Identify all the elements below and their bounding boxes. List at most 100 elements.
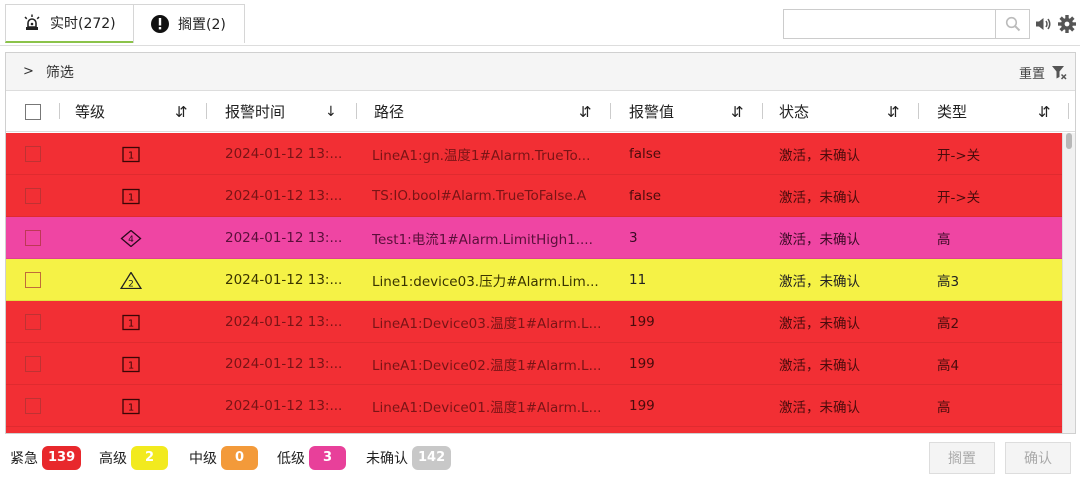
- table-row[interactable]: 1 2024-01-12 13:... TS:IO.bool#Alarm.TrueT…: [6, 175, 1063, 217]
- header-path[interactable]: 路径: [374, 91, 404, 132]
- cell-state: 激活，未确认: [779, 274, 860, 290]
- row-checkbox[interactable]: [25, 301, 41, 343]
- cell-type: 开->关: [937, 148, 981, 164]
- cell-type: 高2: [937, 316, 960, 332]
- table-header: 等级 ⇵ 报警时间 ↓ 路径 ⇵ 报警值 ⇵ 状态 ⇵ 类型 ⇵: [6, 91, 1075, 132]
- speaker-icon[interactable]: [1034, 15, 1052, 33]
- stat-urgent: 紧急 139: [10, 446, 82, 470]
- cell-path: LineA1:Device03.温度1#Alarm.L...: [372, 316, 602, 332]
- shelve-button[interactable]: 搁置: [929, 442, 995, 474]
- table-row[interactable]: 1: [6, 427, 1063, 433]
- svg-text:1: 1: [128, 193, 134, 204]
- filter-clear-icon[interactable]: [1051, 64, 1067, 80]
- table-row[interactable]: 4 2024-01-12 13:... Test1:电流1#Alarm.LimitH…: [6, 217, 1063, 259]
- tab-bar: 实时(272) 搁置(2): [0, 0, 1080, 46]
- cell-type: 高: [937, 232, 951, 248]
- confirm-button[interactable]: 确认: [1005, 442, 1071, 474]
- cell-path: Line1:device03.压力#Alarm.Lim...: [372, 274, 599, 290]
- alarm-table-body: 1 2024-01-12 13:... LineA1:gn.温度1#Alarm.Tr…: [6, 133, 1063, 433]
- alarm-level-icon: 1: [122, 146, 140, 163]
- cell-alarm-time: 2024-01-12 13:...: [225, 188, 343, 204]
- sort-icon[interactable]: ⇵: [175, 91, 188, 132]
- row-checkbox[interactable]: [25, 343, 41, 385]
- cell-path: LineA1:gn.温度1#Alarm.TrueTo...: [372, 148, 591, 164]
- status-footer: 紧急 139 高级 2 中级 0 低级 3 未确认 142 搁置 确认: [0, 440, 1080, 476]
- filter-bar[interactable]: > 筛选 重置: [6, 53, 1075, 91]
- cell-state: 激活，未确认: [779, 232, 860, 248]
- header-alarm-time[interactable]: 报警时间: [225, 91, 285, 132]
- header-level[interactable]: 等级: [75, 91, 105, 132]
- filter-label: 筛选: [45, 64, 74, 81]
- row-checkbox[interactable]: [25, 217, 41, 259]
- stat-medium-count: 0: [221, 446, 258, 470]
- cell-alarm-value: false: [629, 188, 662, 204]
- alarm-level-icon: 1: [122, 356, 140, 373]
- table-row[interactable]: 1 2024-01-12 13:... LineA1:Device02.温度1#Al…: [6, 343, 1063, 385]
- svg-text:1: 1: [128, 319, 134, 330]
- stat-low: 低级 3: [277, 446, 346, 470]
- header-type[interactable]: 类型: [937, 91, 967, 132]
- cell-state: 激活，未确认: [779, 148, 860, 164]
- row-checkbox[interactable]: [25, 259, 41, 301]
- svg-text:1: 1: [128, 151, 134, 162]
- cell-state: 激活，未确认: [779, 190, 860, 206]
- cell-state: 激活，未确认: [779, 358, 860, 374]
- stat-high: 高级 2: [99, 446, 168, 470]
- table-row[interactable]: 1 2024-01-12 13:... LineA1:gn.温度1#Alarm.Tr…: [6, 133, 1063, 175]
- alarm-panel: > 筛选 重置 等级 ⇵ 报警时间 ↓ 路径 ⇵ 报警值 ⇵ 状态 ⇵ 类型 ⇵: [5, 52, 1076, 434]
- cell-alarm-value: false: [629, 146, 662, 162]
- tab-shelved[interactable]: 搁置(2): [133, 4, 245, 43]
- stat-urgent-count: 139: [42, 446, 82, 470]
- table-row[interactable]: 1 2024-01-12 13:... LineA1:Device03.温度1#Al…: [6, 301, 1063, 343]
- stat-medium: 中级 0: [189, 446, 258, 470]
- cell-state: [779, 427, 919, 433]
- table-row[interactable]: 2 2024-01-12 13:... Line1:device03.压力#Alar…: [6, 259, 1063, 301]
- row-checkbox[interactable]: [25, 175, 41, 217]
- cell-state: 激活，未确认: [779, 316, 860, 332]
- alarm-level-icon: 1: [122, 314, 140, 331]
- cell-alarm-time: 2024-01-12 13:...: [225, 398, 343, 414]
- cell-alarm-value: 199: [629, 356, 655, 372]
- svg-text:1: 1: [128, 361, 134, 372]
- cell-alarm-time: 2024-01-12 13:...: [225, 230, 343, 246]
- sort-icon[interactable]: ⇵: [579, 91, 592, 132]
- cell-type: 高4: [937, 358, 960, 374]
- search-icon[interactable]: [995, 10, 1029, 38]
- tab-realtime-label: 实时(272): [50, 16, 116, 32]
- cell-type: 开->关: [937, 190, 981, 206]
- sort-desc-icon[interactable]: ↓: [325, 91, 337, 132]
- sort-icon[interactable]: ⇵: [1038, 91, 1051, 132]
- row-checkbox[interactable]: [25, 133, 41, 175]
- cell-alarm-value: 199: [629, 398, 655, 414]
- tab-realtime[interactable]: 实时(272): [5, 4, 134, 43]
- cell-path: LineA1:Device02.温度1#Alarm.L...: [372, 358, 602, 374]
- sort-icon[interactable]: ⇵: [731, 91, 744, 132]
- cell-alarm-time: 2024-01-12 13:...: [225, 272, 343, 288]
- table-row[interactable]: 1 2024-01-12 13:... LineA1:Device01.温度1#Al…: [6, 385, 1063, 427]
- search-box: [783, 9, 1030, 39]
- chevron-right-icon[interactable]: >: [23, 64, 34, 79]
- reset-button[interactable]: 重置: [1019, 63, 1045, 82]
- row-checkbox[interactable]: [25, 385, 41, 427]
- header-alarm-value[interactable]: 报警值: [629, 91, 674, 132]
- stat-unconfirmed-count: 142: [412, 446, 452, 470]
- select-all-checkbox[interactable]: [25, 91, 41, 132]
- cell-alarm-time: 2024-01-12 13:...: [225, 314, 343, 330]
- header-state[interactable]: 状态: [779, 91, 809, 132]
- cell-path: [372, 427, 602, 433]
- alarm-level-icon: 2: [120, 272, 142, 289]
- cell-alarm-time: 2024-01-12 13:...: [225, 146, 343, 162]
- cell-type: 高: [937, 400, 951, 416]
- exclamation-icon: [150, 14, 170, 34]
- stat-low-count: 3: [309, 446, 346, 470]
- sort-icon[interactable]: ⇵: [887, 91, 900, 132]
- gear-icon[interactable]: [1057, 14, 1077, 34]
- svg-text:2: 2: [128, 280, 134, 290]
- cell-path: Test1:电流1#Alarm.LimitHigh1....: [372, 232, 593, 248]
- row-checkbox[interactable]: [25, 427, 41, 433]
- svg-text:1: 1: [128, 403, 134, 414]
- vertical-scrollbar[interactable]: [1062, 133, 1075, 433]
- cell-alarm-value: 3: [629, 230, 638, 246]
- search-input[interactable]: [784, 10, 994, 38]
- alarm-level-icon: 4: [120, 230, 142, 247]
